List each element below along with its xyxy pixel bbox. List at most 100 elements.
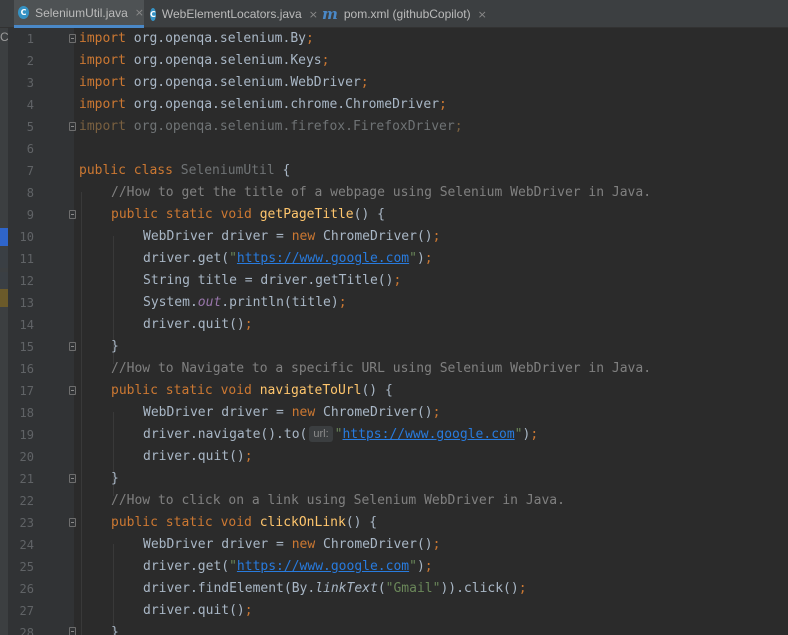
java-class-icon: C (18, 6, 30, 19)
url-link[interactable]: https://www.google.com (237, 559, 409, 574)
static-method: linkText (315, 581, 378, 596)
method-name: clickOnLink (259, 515, 346, 530)
tab-web-element-locators[interactable]: C WebElementLocators.java × (150, 0, 318, 28)
code-line: } (111, 336, 119, 358)
code-text: ChromeDriver() (315, 537, 433, 552)
close-icon[interactable]: × (478, 8, 487, 21)
code-line: driver.navigate().to(url: "https://www.go… (143, 424, 538, 446)
line-number: 21 (19, 472, 34, 486)
fold-toggle-icon[interactable] (69, 627, 76, 635)
code-line-method-decl: public static void getPageTitle() { (111, 204, 385, 226)
code-text: .println(title) (221, 295, 339, 310)
code-line: System.out.println(title); (143, 292, 347, 314)
line-number: 1 (26, 32, 34, 46)
semicolon: ; (454, 119, 463, 134)
semicolon: ; (338, 295, 347, 310)
fold-toggle-icon[interactable] (69, 34, 76, 43)
code-line: driver.get("https://www.google.com"); (143, 248, 433, 270)
code-line-unused-import: import org.openqa.selenium.firefox.Firef… (79, 116, 463, 138)
fold-toggle-icon[interactable] (69, 474, 76, 483)
code-text: System. (143, 295, 198, 310)
code-line: driver.quit(); (143, 600, 253, 622)
keyword: import (79, 119, 126, 134)
semicolon: ; (518, 581, 527, 596)
code-line: driver.get("https://www.google.com"); (143, 556, 433, 578)
line-number: 14 (19, 318, 34, 332)
string-quote: " (514, 427, 523, 442)
code-line-comment: //How to Navigate to a specific URL usin… (111, 358, 651, 380)
code-editor[interactable]: import org.openqa.selenium.By; import or… (79, 28, 788, 635)
comment: //How to Navigate to a specific URL usin… (111, 361, 652, 376)
code-line-comment: //How to get the title of a webpage usin… (111, 182, 651, 204)
code-text: ) (416, 251, 425, 266)
code-line: driver.findElement(By.linkText("Gmail"))… (143, 578, 527, 600)
string-quote: " (409, 251, 417, 266)
code-line-method-decl: public static void clickOnLink() { (111, 512, 377, 534)
code-text: ChromeDriver() (315, 229, 433, 244)
parameter-hint: url: (309, 426, 333, 442)
line-number: 7 (26, 164, 34, 178)
semicolon: ; (432, 229, 441, 244)
url-link[interactable]: https://www.google.com (237, 251, 409, 266)
comment: //How to click on a link using Selenium … (111, 493, 565, 508)
code-line-import: import org.openqa.selenium.WebDriver; (79, 72, 369, 94)
tab-label: SeleniumUtil.java (35, 5, 128, 20)
semicolon: ; (244, 603, 253, 618)
line-number: 27 (19, 604, 34, 618)
fold-toggle-icon[interactable] (69, 386, 76, 395)
keyword: import (79, 53, 126, 68)
line-number: 12 (19, 274, 34, 288)
params: () { (361, 383, 393, 398)
code-line: driver.quit(); (143, 446, 253, 468)
semicolon: ; (439, 97, 447, 112)
line-number: 25 (19, 560, 34, 574)
method-name: navigateToUrl (259, 383, 362, 398)
code-line-import: import org.openqa.selenium.By; (79, 28, 314, 50)
keyword: new (291, 229, 316, 244)
keyword: import (79, 97, 126, 112)
close-icon[interactable]: × (135, 6, 144, 19)
semicolon: ; (244, 449, 253, 464)
keyword: new (291, 537, 316, 552)
line-number: 4 (26, 98, 34, 112)
code-text: WebDriver driver = (143, 229, 292, 244)
code-text: driver.get( (143, 251, 230, 266)
identifier: org.openqa.selenium.By (125, 31, 306, 46)
keyword: import (79, 31, 126, 46)
line-number: 3 (26, 76, 34, 90)
line-number: 2 (26, 54, 34, 68)
fold-toggle-icon[interactable] (69, 210, 76, 219)
line-number: 6 (26, 142, 34, 156)
semicolon: ; (321, 53, 330, 68)
code-text: driver.navigate().to( (143, 427, 308, 442)
fold-toggle-icon[interactable] (69, 342, 76, 351)
code-text: WebDriver driver = (143, 405, 292, 420)
code-text: driver.findElement(By. (143, 581, 316, 596)
keyword: public static void (111, 515, 252, 530)
string-literal: "Gmail" (385, 581, 441, 596)
fold-toggle-icon[interactable] (69, 122, 76, 131)
keyword: public static void (111, 207, 252, 222)
tab-label: pom.xml (githubCopilot) (343, 7, 471, 21)
semicolon: ; (244, 317, 253, 332)
fold-toggle-icon[interactable] (69, 518, 76, 527)
line-number: 8 (26, 186, 34, 200)
caret-line-marker (0, 228, 8, 246)
close-icon[interactable]: × (309, 8, 318, 21)
code-line-import: import org.openqa.selenium.Keys; (79, 50, 329, 72)
code-line-method-decl: public static void navigateToUrl() { (111, 380, 393, 402)
line-number: 5 (26, 120, 34, 134)
selection-marker (0, 250, 8, 268)
line-number: 19 (19, 428, 34, 442)
identifier: org.openqa.selenium.WebDriver (125, 75, 361, 90)
tab-selenium-util[interactable]: C SeleniumUtil.java × (14, 0, 144, 28)
tab-pom-xml[interactable]: m pom.xml (githubCopilot) × (322, 0, 487, 28)
line-number: 16 (19, 362, 34, 376)
line-number: 11 (19, 252, 34, 266)
line-number: 28 (19, 626, 34, 635)
line-number: 22 (19, 494, 34, 508)
semicolon: ; (393, 273, 402, 288)
semicolon: ; (432, 405, 441, 420)
keyword: new (291, 405, 316, 420)
url-link[interactable]: https://www.google.com (342, 427, 514, 442)
